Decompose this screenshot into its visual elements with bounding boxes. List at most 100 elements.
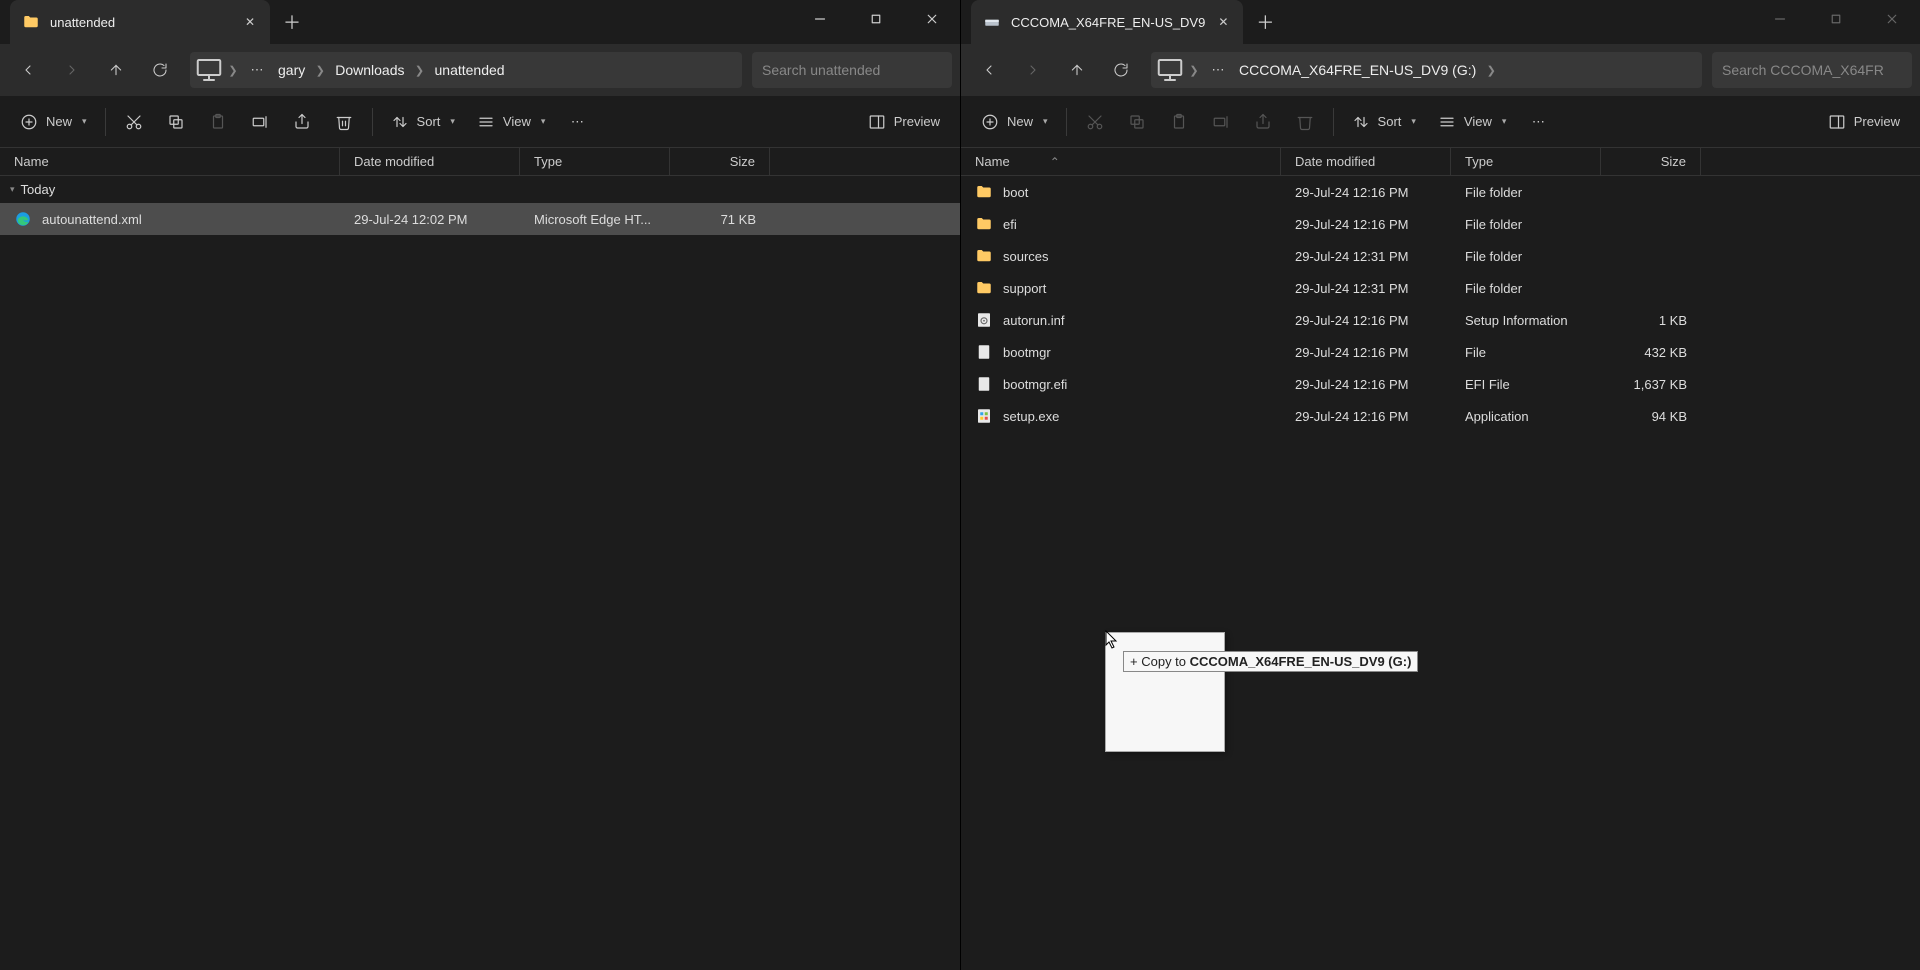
col-type[interactable]: Type bbox=[1451, 148, 1601, 175]
file-size: 94 KB bbox=[1601, 409, 1701, 424]
col-name[interactable]: Name bbox=[961, 148, 1281, 175]
view-button[interactable]: View▾ bbox=[467, 104, 555, 140]
file-row[interactable]: autounattend.xml29-Jul-24 12:02 PMMicros… bbox=[0, 203, 960, 235]
column-headers-right: Name Date modified Type Size bbox=[961, 148, 1920, 176]
toolbar-right: New▾ Sort▾ View▾ ⋯ Preview bbox=[961, 96, 1920, 148]
maximize-button-left[interactable] bbox=[848, 0, 904, 38]
file-row[interactable]: sources29-Jul-24 12:31 PMFile folder bbox=[961, 240, 1920, 272]
address-more-icon[interactable]: ⋯ bbox=[242, 55, 272, 85]
search-input[interactable] bbox=[1722, 62, 1903, 78]
chevron-right-icon[interactable]: ❯ bbox=[1482, 55, 1500, 85]
sort-button[interactable]: Sort▾ bbox=[1342, 104, 1426, 140]
new-tab-left[interactable]: ＋ bbox=[270, 0, 314, 44]
plus-icon: + bbox=[1130, 654, 1141, 669]
file-date: 29-Jul-24 12:31 PM bbox=[1281, 281, 1451, 296]
new-tab-right[interactable]: ＋ bbox=[1243, 0, 1287, 44]
file-row[interactable]: setup.exe29-Jul-24 12:16 PMApplication94… bbox=[961, 400, 1920, 432]
col-size[interactable]: Size bbox=[670, 148, 770, 175]
forward-button[interactable] bbox=[52, 50, 92, 90]
maximize-button-right[interactable] bbox=[1808, 0, 1864, 38]
file-date: 29-Jul-24 12:16 PM bbox=[1281, 377, 1451, 392]
up-button[interactable] bbox=[96, 50, 136, 90]
preview-label: Preview bbox=[894, 114, 940, 129]
tab-right-close-icon[interactable]: ✕ bbox=[1215, 14, 1231, 30]
chevron-right-icon[interactable]: ❯ bbox=[311, 55, 329, 85]
refresh-button[interactable] bbox=[140, 50, 180, 90]
file-list-right[interactable]: boot29-Jul-24 12:16 PMFile folderefi29-J… bbox=[961, 176, 1920, 970]
file-type: Microsoft Edge HT... bbox=[520, 212, 670, 227]
paste-button[interactable] bbox=[198, 104, 238, 140]
share-button[interactable] bbox=[282, 104, 322, 140]
back-button[interactable] bbox=[969, 50, 1009, 90]
breadcrumb[interactable]: gary bbox=[272, 62, 311, 78]
col-size[interactable]: Size bbox=[1601, 148, 1701, 175]
chevron-right-icon[interactable]: ❯ bbox=[224, 55, 242, 85]
new-label: New bbox=[46, 114, 72, 129]
file-row[interactable]: efi29-Jul-24 12:16 PMFile folder bbox=[961, 208, 1920, 240]
preview-button[interactable]: Preview bbox=[1818, 104, 1910, 140]
file-list-left[interactable]: ▾Today autounattend.xml29-Jul-24 12:02 P… bbox=[0, 176, 960, 970]
new-button[interactable]: New▾ bbox=[10, 104, 97, 140]
file-row[interactable]: support29-Jul-24 12:31 PMFile folder bbox=[961, 272, 1920, 304]
preview-label: Preview bbox=[1854, 114, 1900, 129]
col-type[interactable]: Type bbox=[520, 148, 670, 175]
tab-left[interactable]: unattended ✕ bbox=[10, 0, 270, 44]
up-button[interactable] bbox=[1057, 50, 1097, 90]
file-icon bbox=[975, 247, 993, 265]
address-bar-right[interactable]: ❯ ⋯ CCCOMA_X64FRE_EN-US_DV9 (G:) ❯ bbox=[1151, 52, 1702, 88]
file-row[interactable]: bootmgr.efi29-Jul-24 12:16 PMEFI File1,6… bbox=[961, 368, 1920, 400]
minimize-button-left[interactable] bbox=[792, 0, 848, 38]
tab-left-close-icon[interactable]: ✕ bbox=[242, 14, 258, 30]
file-name: sources bbox=[1003, 249, 1049, 264]
file-date: 29-Jul-24 12:31 PM bbox=[1281, 249, 1451, 264]
window-right: CCCOMA_X64FRE_EN-US_DV9 ✕ ＋ ❯ ⋯ CCCOMA_X… bbox=[961, 0, 1920, 970]
delete-button[interactable] bbox=[324, 104, 364, 140]
copy-button[interactable] bbox=[1117, 104, 1157, 140]
file-row[interactable]: autorun.inf29-Jul-24 12:16 PMSetup Infor… bbox=[961, 304, 1920, 336]
view-button[interactable]: View▾ bbox=[1428, 104, 1516, 140]
search-input[interactable] bbox=[762, 62, 943, 78]
paste-button[interactable] bbox=[1159, 104, 1199, 140]
chevron-right-icon[interactable]: ❯ bbox=[1185, 55, 1203, 85]
breadcrumb[interactable]: Downloads bbox=[329, 62, 410, 78]
address-more-icon[interactable]: ⋯ bbox=[1203, 55, 1233, 85]
more-button[interactable]: ⋯ bbox=[557, 104, 597, 140]
group-header[interactable]: ▾Today bbox=[0, 176, 960, 203]
more-button[interactable]: ⋯ bbox=[1518, 104, 1558, 140]
col-date[interactable]: Date modified bbox=[340, 148, 520, 175]
address-bar-left[interactable]: ❯ ⋯ gary ❯ Downloads ❯ unattended bbox=[190, 52, 742, 88]
rename-button[interactable] bbox=[240, 104, 280, 140]
file-type: File folder bbox=[1451, 185, 1601, 200]
refresh-button[interactable] bbox=[1101, 50, 1141, 90]
tab-right[interactable]: CCCOMA_X64FRE_EN-US_DV9 ✕ bbox=[971, 0, 1243, 44]
file-name: support bbox=[1003, 281, 1046, 296]
search-box-left[interactable] bbox=[752, 52, 952, 88]
close-button-right[interactable] bbox=[1864, 0, 1920, 38]
back-button[interactable] bbox=[8, 50, 48, 90]
pc-icon[interactable] bbox=[1155, 55, 1185, 85]
cut-button[interactable] bbox=[1075, 104, 1115, 140]
forward-button[interactable] bbox=[1013, 50, 1053, 90]
breadcrumb[interactable]: CCCOMA_X64FRE_EN-US_DV9 (G:) bbox=[1233, 62, 1482, 78]
share-button[interactable] bbox=[1243, 104, 1283, 140]
breadcrumb[interactable]: unattended bbox=[429, 62, 511, 78]
file-row[interactable]: bootmgr29-Jul-24 12:16 PMFile432 KB bbox=[961, 336, 1920, 368]
file-icon bbox=[975, 215, 993, 233]
col-name[interactable]: Name bbox=[0, 148, 340, 175]
file-row[interactable]: boot29-Jul-24 12:16 PMFile folder bbox=[961, 176, 1920, 208]
sort-button[interactable]: Sort▾ bbox=[381, 104, 465, 140]
file-size: 1,637 KB bbox=[1601, 377, 1701, 392]
cut-button[interactable] bbox=[114, 104, 154, 140]
delete-button[interactable] bbox=[1285, 104, 1325, 140]
pc-icon[interactable] bbox=[194, 55, 224, 85]
preview-button[interactable]: Preview bbox=[858, 104, 950, 140]
titlebar-left: unattended ✕ ＋ bbox=[0, 0, 960, 44]
copy-button[interactable] bbox=[156, 104, 196, 140]
minimize-button-right[interactable] bbox=[1752, 0, 1808, 38]
rename-button[interactable] bbox=[1201, 104, 1241, 140]
chevron-right-icon[interactable]: ❯ bbox=[411, 55, 429, 85]
new-button[interactable]: New▾ bbox=[971, 104, 1058, 140]
close-button-left[interactable] bbox=[904, 0, 960, 38]
col-date[interactable]: Date modified bbox=[1281, 148, 1451, 175]
search-box-right[interactable] bbox=[1712, 52, 1912, 88]
